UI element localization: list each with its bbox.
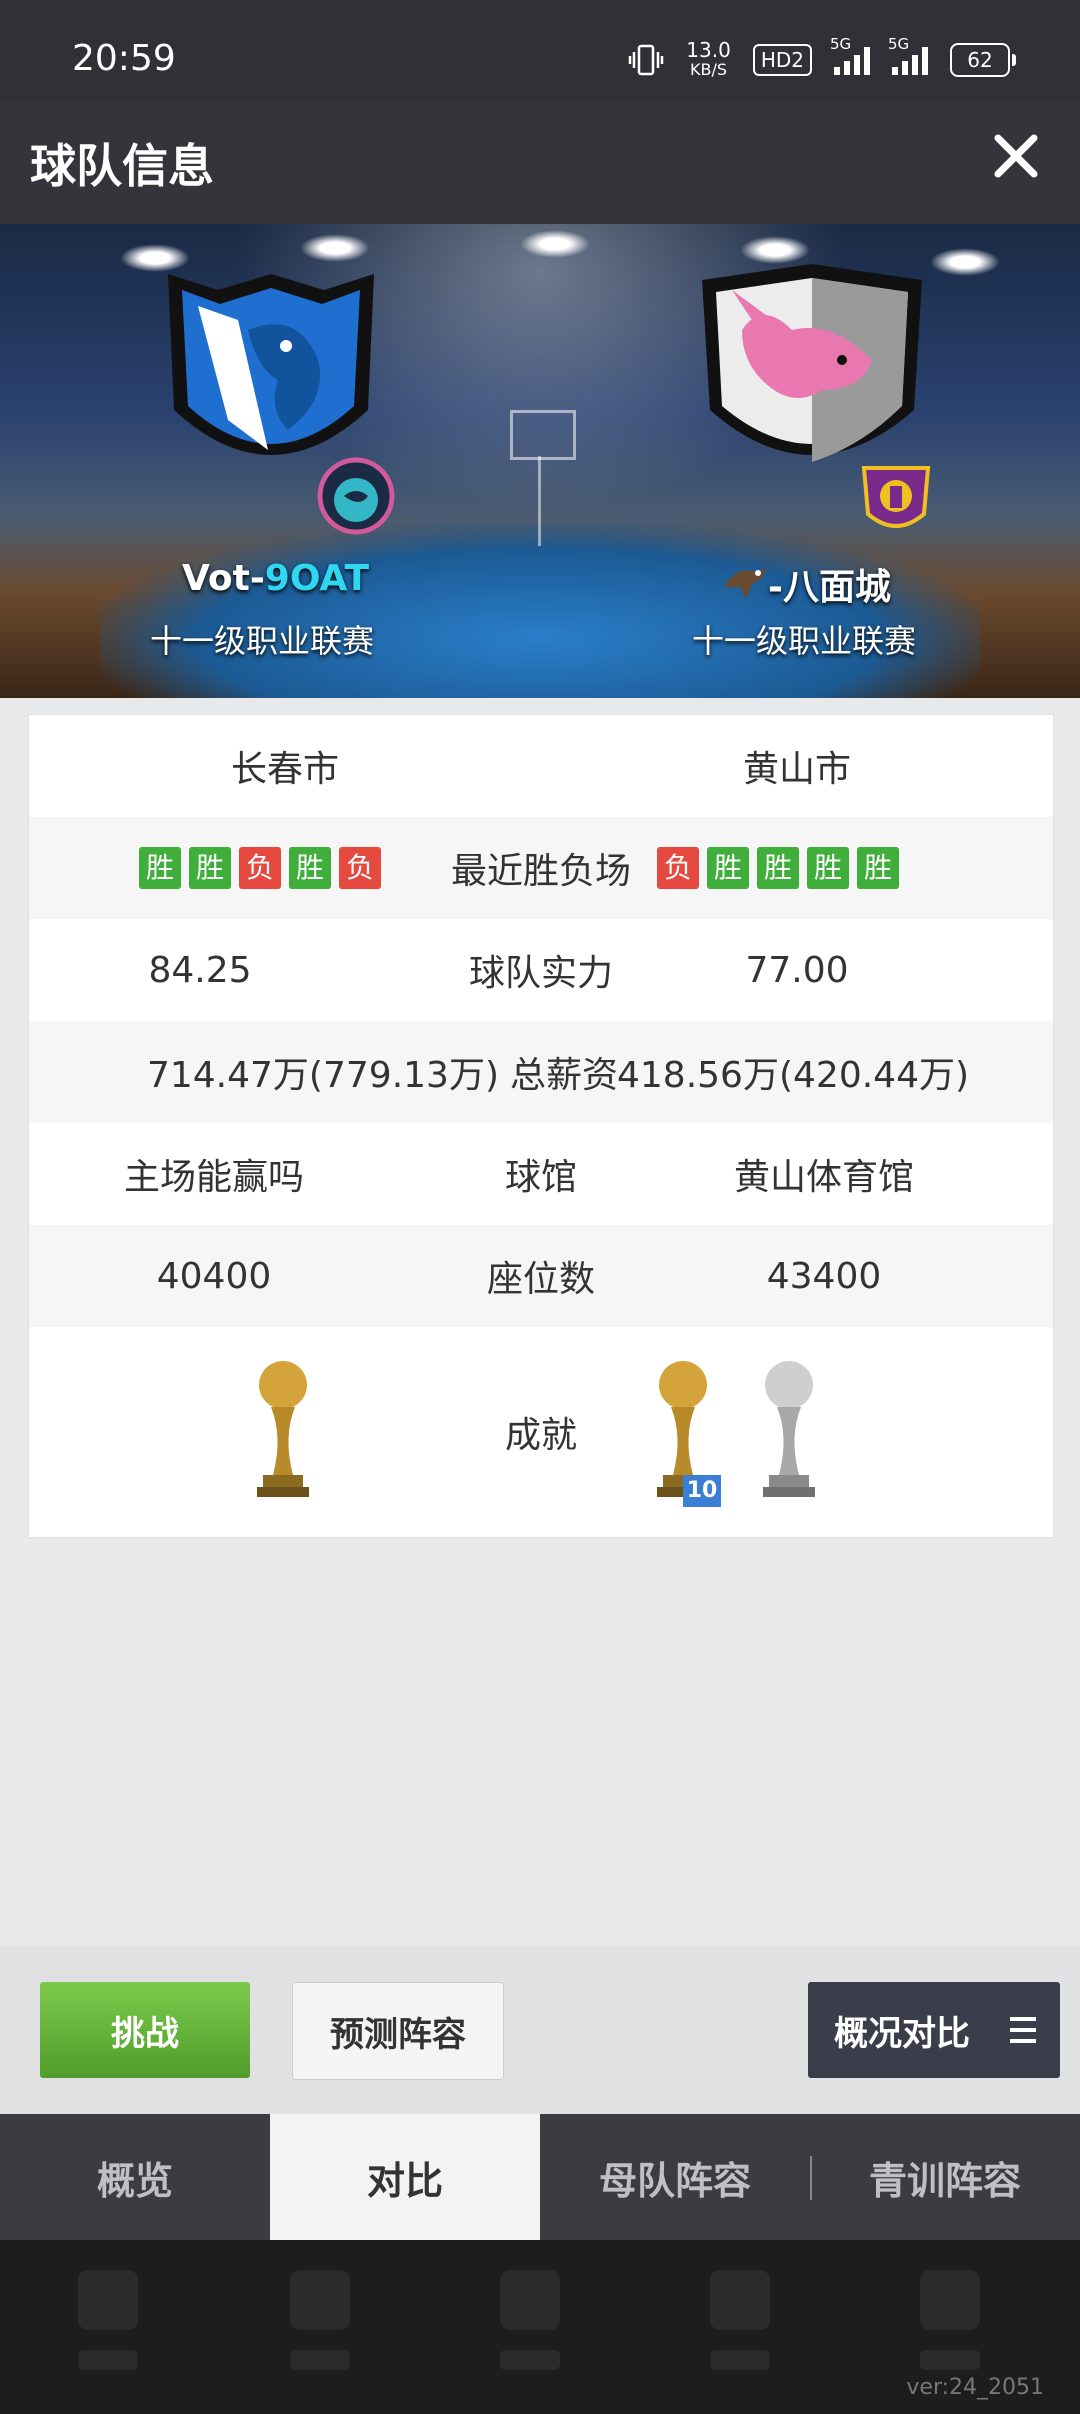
result-badge: 胜 <box>189 847 231 889</box>
eagle-icon <box>724 567 766 599</box>
home-recent-results: 胜 胜 负 胜 负 <box>139 817 449 919</box>
seats-label: 座位数 <box>486 1259 595 1300</box>
version-label: ver:24_2051 <box>906 2375 1044 2400</box>
court-floor <box>100 524 980 698</box>
arena-label: 球馆 <box>504 1157 577 1198</box>
gold-trophy-icon[interactable] <box>251 1357 315 1507</box>
status-bar: 20:59 13.0 KB/S HD2 5G 5G 62 <box>0 0 1080 100</box>
menu-icon <box>1010 2017 1036 2043</box>
silver-trophy-icon[interactable] <box>757 1357 821 1507</box>
vibrate-icon <box>629 44 664 76</box>
home-team-name[interactable]: Vot-9OAT <box>182 558 369 599</box>
action-bar: 挑战 预测阵容 概况对比 <box>0 1946 1080 2114</box>
result-badge: 胜 <box>807 847 849 889</box>
seats-row: 40400 座位数 43400 <box>29 1225 1053 1327</box>
hd-badge: HD2 <box>752 44 812 76</box>
achievements-label: 成就 <box>504 1415 577 1456</box>
salary-label: 总薪资 <box>509 1055 618 1096</box>
predict-lineup-button[interactable]: 预测阵容 <box>292 1982 504 2080</box>
home-salary: 714.47万(779.13万) <box>146 1055 499 1096</box>
tab-overview[interactable]: 概览 <box>0 2114 270 2240</box>
arena-row: 主场能赢吗 球馆 黄山体育馆 <box>29 1123 1053 1225</box>
home-arena: 主场能赢吗 <box>123 1157 304 1198</box>
away-salary: 418.56万(420.44万) <box>617 1055 970 1096</box>
bottom-navigation: ver:24_2051 <box>0 2240 1080 2414</box>
trophy-count-badge: 10 <box>683 1475 721 1507</box>
signal-icon-1: 5G <box>830 35 870 75</box>
away-arena: 黄山体育馆 <box>733 1157 914 1198</box>
away-team-name[interactable]: -八面城 <box>722 558 891 610</box>
away-strength: 77.00 <box>745 949 849 991</box>
away-team-league: 十一级职业联赛 <box>692 622 917 660</box>
team-hero-banner: Vot-9OAT 十一级职业联赛 -八面城 十一级职业联赛 <box>0 224 1080 698</box>
result-badge: 胜 <box>757 847 799 889</box>
status-icons: 13.0 KB/S HD2 5G 5G 62 <box>628 35 1016 80</box>
home-club-badge <box>317 457 395 535</box>
recent-results-row: 胜 胜 负 胜 负 最近胜负场 负 胜 胜 胜 胜 <box>29 817 1053 919</box>
status-time: 20:59 <box>72 38 176 79</box>
page-title: 球队信息 <box>30 139 214 193</box>
away-club-badge <box>861 466 931 528</box>
network-speed: 13.0 KB/S <box>686 38 731 79</box>
result-badge: 胜 <box>139 847 181 889</box>
signal-icon-2: 5G <box>888 35 928 75</box>
close-icon[interactable] <box>988 128 1044 184</box>
battery-icon: 62 <box>950 43 1016 77</box>
result-badge: 负 <box>339 847 381 889</box>
result-badge: 负 <box>239 847 281 889</box>
challenge-button[interactable]: 挑战 <box>40 1982 250 2078</box>
overview-compare-button[interactable]: 概况对比 <box>808 1982 1060 2078</box>
tab-bar: 概览 对比 母队阵容 青训阵容 <box>0 2114 1080 2240</box>
achievements-row: 成就 10 <box>29 1327 1053 1537</box>
home-team-league: 十一级职业联赛 <box>150 622 375 660</box>
away-city: 黄山市 <box>742 749 851 790</box>
tab-compare[interactable]: 对比 <box>270 2114 540 2240</box>
away-recent-results: 负 胜 胜 胜 胜 <box>657 817 967 919</box>
home-seats: 40400 <box>156 1255 272 1297</box>
hoop-backboard <box>510 410 576 460</box>
result-badge: 胜 <box>289 847 331 889</box>
result-badge: 负 <box>657 847 699 889</box>
result-badge: 胜 <box>707 847 749 889</box>
city-row: 长春市 黄山市 <box>29 715 1053 817</box>
team-comparison-card: 长春市 黄山市 胜 胜 负 胜 负 最近胜负场 负 胜 胜 胜 胜 84.25 … <box>28 714 1054 1538</box>
away-seats: 43400 <box>766 1255 882 1297</box>
salary-row: 714.47万(779.13万) 总薪资 418.56万(420.44万) <box>29 1021 1053 1123</box>
home-city: 长春市 <box>230 749 339 790</box>
tab-youth-roster[interactable]: 青训阵容 <box>810 2114 1080 2240</box>
result-badge: 胜 <box>857 847 899 889</box>
strength-row: 84.25 球队实力 77.00 <box>29 919 1053 1021</box>
title-bar: 球队信息 <box>0 100 1080 224</box>
tab-parent-roster[interactable]: 母队阵容 <box>540 2114 810 2240</box>
recent-results-label: 最近胜负场 <box>450 851 631 892</box>
